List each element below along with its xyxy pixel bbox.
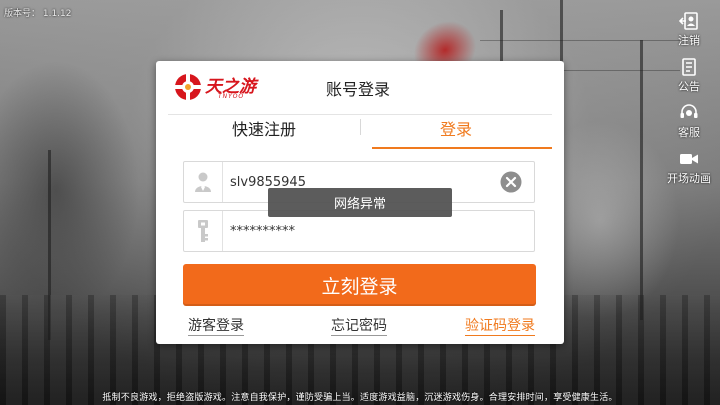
user-icon: [195, 172, 211, 192]
side-item-label: 公告: [678, 80, 700, 93]
brand-logo: 天之游 TNYOO: [172, 69, 278, 105]
side-item-label: 客服: [678, 126, 700, 139]
guest-login-link[interactable]: 游客登录: [188, 315, 244, 336]
tab-quick-register[interactable]: 快速注册: [168, 115, 360, 147]
side-item-logout[interactable]: 注销: [664, 12, 714, 58]
username-icon-box: [184, 162, 223, 202]
health-notice: 抵制不良游戏，拒绝盗版游戏。注意自我保护，谨防受骗上当。适度游戏益脑，沉迷游戏伤…: [102, 393, 618, 403]
logout-icon: [679, 12, 698, 30]
brand-logo-icon: [174, 73, 202, 101]
notice-icon: [682, 58, 696, 76]
side-item-intro-video[interactable]: 开场动画: [664, 150, 714, 196]
password-input[interactable]: [230, 211, 480, 251]
side-menu: 注销 公告 客服 开场动画: [664, 12, 714, 196]
dialog-header: 天之游 TNYOO 账号登录: [156, 61, 564, 113]
version-label: 版本号： 1.1.12: [4, 9, 72, 19]
login-button[interactable]: 立刻登录: [183, 264, 536, 306]
key-icon: [198, 220, 208, 242]
bottom-links: 游客登录 忘记密码 验证码登录: [183, 315, 537, 337]
sms-code-login-link[interactable]: 验证码登录: [465, 315, 535, 336]
tab-login[interactable]: 登录: [360, 115, 552, 149]
tab-bar: 快速注册 登录: [168, 114, 552, 149]
side-item-label: 开场动画: [667, 172, 711, 185]
password-icon-box: [184, 211, 223, 251]
customer-service-icon: [680, 104, 698, 118]
brand-logo-subtext: TNYOO: [218, 93, 245, 100]
side-item-label: 注销: [678, 34, 700, 47]
clear-input-icon[interactable]: [500, 171, 522, 193]
side-item-notice[interactable]: 公告: [664, 58, 714, 104]
dialog-title: 账号登录: [326, 80, 391, 99]
video-icon: [680, 154, 698, 164]
forgot-password-link[interactable]: 忘记密码: [331, 315, 387, 336]
side-item-customer-service[interactable]: 客服: [664, 104, 714, 150]
network-error-toast: 网络异常: [268, 188, 452, 217]
